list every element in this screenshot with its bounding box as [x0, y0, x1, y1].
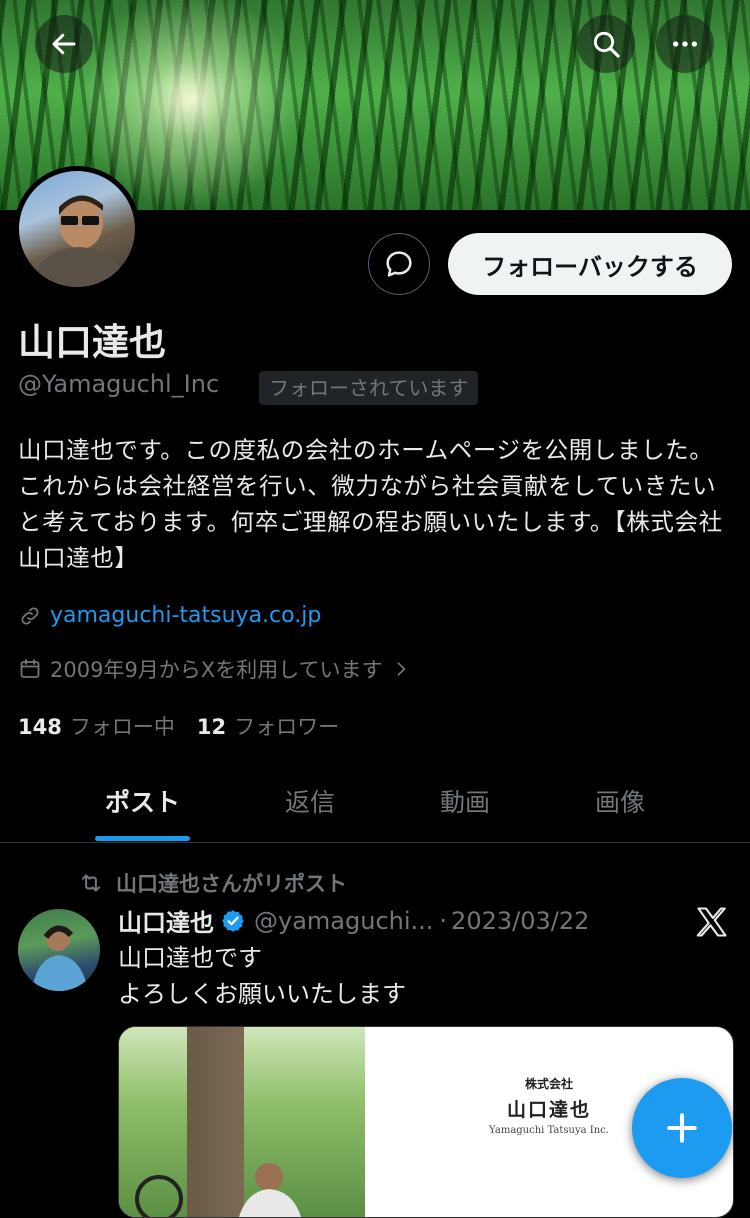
- profile-bio: 山口達也です。この度私の会社のホームページを公開しました。これからは会社経営を行…: [18, 436, 723, 572]
- following-stat[interactable]: 148 フォロー中: [18, 711, 175, 741]
- profile-name: 山口達也: [18, 321, 166, 364]
- website-row: yamaguchi-tatsuya.co.jp: [18, 603, 321, 628]
- repost-icon: [81, 874, 101, 892]
- x-logo-icon[interactable]: [694, 904, 730, 940]
- post-author-handle[interactable]: @yamaguchi...: [254, 907, 433, 935]
- post-text-line-1: 山口達也です: [118, 944, 262, 972]
- back-arrow-icon: [52, 33, 76, 55]
- back-button[interactable]: [35, 15, 93, 73]
- post-separator: ·: [439, 906, 448, 935]
- verified-badge-icon: [222, 909, 244, 932]
- post-text-line-2: よろしくお願いいたします: [118, 980, 406, 1008]
- follow-stats: 148 フォロー中 12 フォロワー: [18, 711, 339, 741]
- message-button[interactable]: [368, 233, 430, 295]
- post-header: 山口達也 @yamaguchi... · 2023/03/22: [118, 903, 589, 938]
- post-author-name[interactable]: 山口達也: [118, 903, 214, 938]
- more-options-button[interactable]: [656, 15, 714, 73]
- profile-tabs: ポスト 返信 動画 画像: [0, 760, 750, 843]
- website-link[interactable]: yamaguchi-tatsuya.co.jp: [50, 603, 321, 628]
- tab-videos[interactable]: 動画: [395, 760, 535, 842]
- plus-icon: [667, 1113, 697, 1143]
- avatar-figure: [29, 195, 129, 287]
- profile-avatar[interactable]: [14, 166, 140, 292]
- message-bubble-icon: [386, 251, 412, 277]
- profile-handle: @Yamaguchl_Inc: [18, 370, 220, 398]
- repost-indicator: 山口達也さんがリポスト: [78, 868, 347, 898]
- media-forest-photo: [119, 1027, 365, 1217]
- follows-you-badge: フォローされています: [259, 371, 479, 405]
- tab-posts[interactable]: ポスト: [60, 760, 225, 842]
- tab-replies[interactable]: 返信: [225, 760, 395, 842]
- active-tab-indicator: [95, 836, 190, 841]
- chevron-right-icon: [397, 662, 406, 676]
- tab-images[interactable]: 画像: [545, 760, 695, 842]
- joined-row[interactable]: 2009年9月からXを利用しています: [18, 654, 411, 684]
- compose-button[interactable]: [632, 1078, 732, 1178]
- follow-back-button[interactable]: フォローバックする: [448, 233, 732, 295]
- link-icon: [21, 607, 39, 624]
- followers-stat[interactable]: 12 フォロワー: [197, 711, 339, 741]
- post-body: 山口達也です よろしくお願いいたします: [118, 940, 406, 1012]
- post-date[interactable]: 2023/03/22: [451, 907, 589, 935]
- post-author-avatar[interactable]: [18, 909, 100, 991]
- joined-date: 2009年9月からXを利用しています: [50, 658, 383, 682]
- search-icon: [593, 31, 620, 58]
- calendar-icon: [20, 659, 40, 678]
- more-dots-icon: [673, 41, 697, 47]
- media-photo-figure: [135, 1163, 301, 1217]
- repost-label: 山口達也さんがリポスト: [116, 872, 347, 896]
- search-button[interactable]: [577, 15, 635, 73]
- post-avatar-figure: [32, 925, 88, 991]
- avatar-photo: [19, 171, 135, 287]
